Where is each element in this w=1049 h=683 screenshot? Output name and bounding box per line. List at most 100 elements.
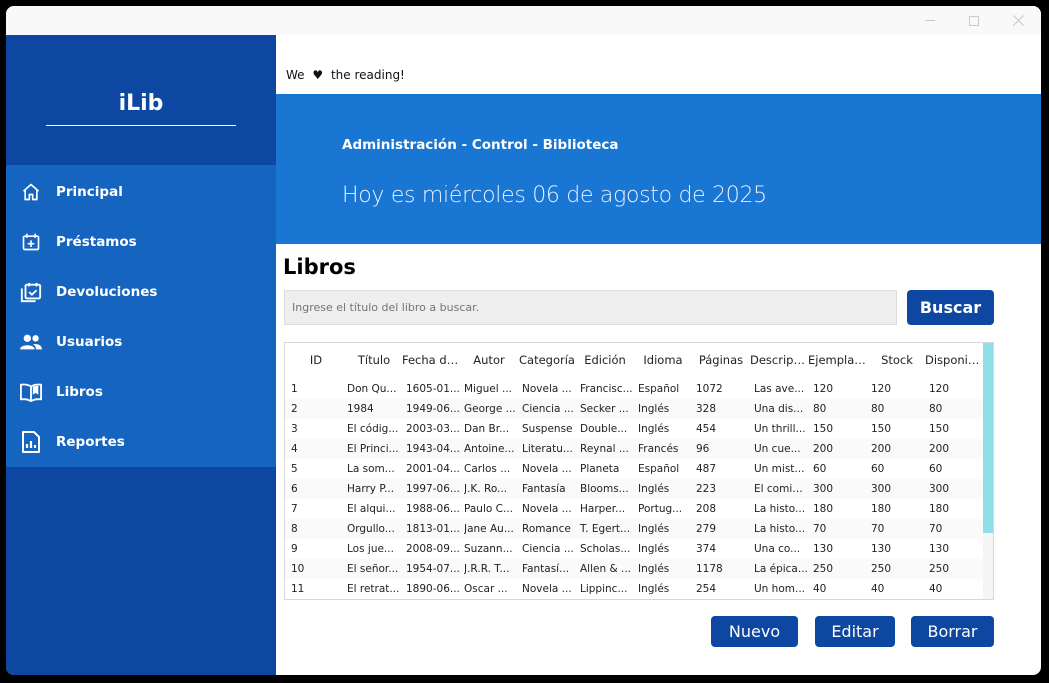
delete-button[interactable]: Borrar <box>911 616 994 647</box>
table-cell: 1954-07... <box>406 563 460 575</box>
logo-area: iLib <box>6 35 276 165</box>
table-cell: Español <box>638 463 680 475</box>
table-cell: Un hom... <box>754 583 805 595</box>
table-cell: 60 <box>813 463 827 475</box>
table-cell: Ciencia ... <box>522 403 574 415</box>
table-cell: Antoine... <box>464 443 515 455</box>
table-cell: Dan Br... <box>464 423 510 435</box>
sidebar-item-libros[interactable]: Libros <box>6 367 276 417</box>
table-row[interactable]: 8 Orgullo... 1813-01... Jane Au... Romance T.… <box>285 519 983 539</box>
column-header[interactable]: Título <box>347 343 401 376</box>
table-cell: 150 <box>813 423 834 435</box>
table-cell: Planeta <box>580 463 620 475</box>
search-input[interactable] <box>284 290 897 325</box>
sidebar-item-devoluciones[interactable]: Devoluciones <box>6 267 276 317</box>
sidebar-item-principal[interactable]: Principal <box>6 167 276 217</box>
table-cell: 7 <box>291 503 298 515</box>
column-header[interactable]: Ejemplares <box>808 343 868 376</box>
search-button[interactable]: Buscar <box>907 290 994 325</box>
sidebar-item-label: Reportes <box>56 434 125 450</box>
heart-icon: ♥ <box>312 68 324 82</box>
table-cell: 5 <box>291 463 298 475</box>
table-cell: 223 <box>696 483 717 495</box>
table-cell: Ciencia ... <box>522 543 574 555</box>
table-cell: Fantasí... <box>522 563 570 575</box>
sidebar: iLib Principal Préstamos Devoluciones Us… <box>6 35 276 675</box>
column-header[interactable]: Stock <box>869 343 925 376</box>
new-button[interactable]: Nuevo <box>711 616 798 647</box>
report-icon <box>20 431 42 453</box>
table-cell: 1997-06... <box>406 483 460 495</box>
table-cell: 10 <box>291 563 305 575</box>
minimize-button[interactable] <box>908 6 952 35</box>
table-cell: Novela ... <box>522 463 572 475</box>
table-cell: Francés <box>638 443 679 455</box>
scrollbar-thumb[interactable] <box>983 343 993 533</box>
table-cell: El señor... <box>347 563 399 575</box>
table-cell: Reynal ... <box>580 443 629 455</box>
table-cell: El comie... <box>754 483 808 495</box>
table-cell: Inglés <box>638 403 670 415</box>
edit-button[interactable]: Editar <box>815 616 895 647</box>
column-header[interactable]: Categoría <box>518 343 576 376</box>
table-cell: 1984 <box>347 403 374 415</box>
table-cell: 1943-04... <box>406 443 460 455</box>
table-cell: 70 <box>813 523 827 535</box>
table-row[interactable]: 9 Los jue... 2008-09... Suzann... Ciencia ..… <box>285 539 983 559</box>
table-cell: Harper... <box>580 503 626 515</box>
close-button[interactable] <box>996 6 1040 35</box>
column-header[interactable]: Idioma <box>635 343 691 376</box>
table-cell: 279 <box>696 523 717 535</box>
table-cell: 180 <box>929 503 950 515</box>
table-cell: 1988-06... <box>406 503 460 515</box>
table-cell: La histo... <box>754 523 806 535</box>
table-row[interactable]: 2 1984 1949-06... George ... Ciencia ... Seck… <box>285 399 983 419</box>
table-cell: 2 <box>291 403 298 415</box>
table-cell: 150 <box>871 423 892 435</box>
column-header[interactable]: Disponib... <box>925 343 983 376</box>
table-row[interactable]: 6 Harry P... 1997-06... J.K. Ro... Fantasía B… <box>285 479 983 499</box>
table-cell: 60 <box>929 463 943 475</box>
table-cell: El alqui... <box>347 503 396 515</box>
maximize-button[interactable] <box>952 6 996 35</box>
column-header[interactable]: ID <box>291 343 341 376</box>
table-row[interactable]: 1 Don Qu... 1605-01... Miguel ... Novela ...… <box>285 379 983 399</box>
table-row[interactable]: 5 La som... 2001-04... Carlos ... Novela ...… <box>285 459 983 479</box>
sidebar-item-prestamos[interactable]: Préstamos <box>6 217 276 267</box>
table-row[interactable]: 4 El Princi... 1943-04... Antoine... Literat… <box>285 439 983 459</box>
table-cell: 180 <box>813 503 834 515</box>
table-cell: 70 <box>929 523 943 535</box>
column-header[interactable]: Páginas <box>693 343 749 376</box>
books-table[interactable]: ID Título Fecha de... Autor Categoría Ed… <box>284 342 994 600</box>
column-header[interactable]: Edición <box>577 343 633 376</box>
table-cell: 300 <box>929 483 950 495</box>
table-row[interactable]: 10 El señor... 1954-07... J.R.R. T... Fantas… <box>285 559 983 579</box>
sidebar-item-label: Usuarios <box>56 334 123 350</box>
table-cell: 40 <box>929 583 943 595</box>
table-row[interactable]: 3 El códig... 2003-03... Dan Br... Suspense D… <box>285 419 983 439</box>
logo-divider <box>46 125 236 126</box>
table-cell: 1072 <box>696 383 723 395</box>
table-cell: 250 <box>929 563 950 575</box>
close-icon <box>1012 15 1024 26</box>
banner-subtitle: Administración - Control - Biblioteca <box>342 137 619 153</box>
header-banner: Administración - Control - Biblioteca Ho… <box>276 94 1041 244</box>
maximize-icon <box>969 15 979 26</box>
table-row[interactable]: 7 El alqui... 1988-06... Paulo C... Novela .… <box>285 499 983 519</box>
tagline: We ♥ the reading! <box>286 68 405 82</box>
table-scrollbar[interactable] <box>983 343 993 599</box>
table-cell: 374 <box>696 543 717 555</box>
table-cell: Blooms... <box>580 483 629 495</box>
table-cell: Novela ... <box>522 383 572 395</box>
table-cell: Un thrill... <box>754 423 806 435</box>
table-cell: 200 <box>929 443 950 455</box>
sidebar-item-reportes[interactable]: Reportes <box>6 417 276 467</box>
sidebar-item-label: Principal <box>56 184 123 200</box>
table-cell: J.K. Ro... <box>464 483 508 495</box>
column-header[interactable]: Descripci... <box>750 343 808 376</box>
column-header[interactable]: Autor <box>461 343 517 376</box>
column-header[interactable]: Fecha de... <box>402 343 460 376</box>
table-cell: 96 <box>696 443 710 455</box>
table-row[interactable]: 11 El retrat... 1890-06... Oscar ... Novela … <box>285 579 983 599</box>
sidebar-item-usuarios[interactable]: Usuarios <box>6 317 276 367</box>
